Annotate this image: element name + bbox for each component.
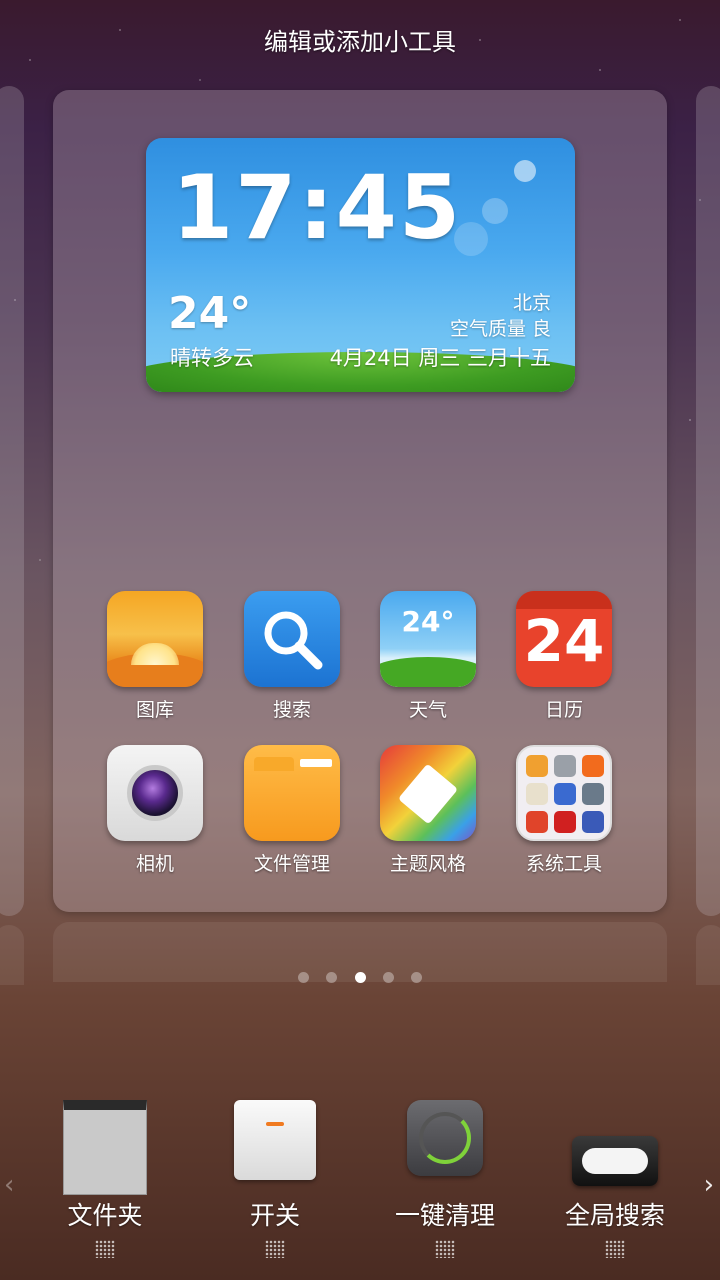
app-camera[interactable]: 相机 [95, 745, 215, 876]
app-weather[interactable]: 24° 天气 [368, 591, 488, 722]
air-quality: 空气质量 良 [449, 318, 551, 340]
calendar-icon: 24 [516, 591, 612, 687]
sun-glare-icon [482, 198, 508, 224]
scroll-left-arrow-icon[interactable]: ‹ [4, 1170, 14, 1200]
drag-handle-icon[interactable] [435, 1240, 455, 1258]
calendar-icon-day: 24 [523, 607, 605, 675]
page-dot[interactable] [298, 972, 310, 983]
folder-icon [516, 745, 612, 841]
weather-icon: 24° [380, 591, 476, 687]
weather-icon-temp: 24° [401, 605, 455, 638]
search-icon [244, 591, 340, 687]
next-page-preview[interactable] [696, 86, 720, 916]
date-text: 4月24日 周三 三月十五 [329, 346, 551, 370]
app-system-tools-folder[interactable]: 系统工具 [504, 745, 624, 876]
app-label: 系统工具 [525, 853, 602, 875]
theme-icon [380, 745, 476, 841]
sun-glare-icon [514, 160, 536, 182]
widget-one-key-clean[interactable]: 一键清理 [360, 1100, 530, 1258]
folder-widget-thumb [63, 1100, 147, 1195]
app-search[interactable]: 搜索 [232, 591, 352, 722]
clean-widget-thumb [407, 1100, 483, 1176]
previous-page-preview[interactable] [0, 86, 24, 916]
widget-label: 开关 [249, 1201, 300, 1230]
app-label: 搜索 [272, 699, 311, 721]
files-icon [244, 745, 340, 841]
widget-label: 文件夹 [67, 1201, 143, 1230]
widget-folder[interactable]: 文件夹 [20, 1100, 190, 1258]
camera-icon [107, 745, 203, 841]
app-file-manager[interactable]: 文件管理 [232, 745, 352, 876]
app-label: 主题风格 [389, 853, 466, 875]
app-label: 日历 [544, 699, 583, 721]
app-calendar[interactable]: 24 日历 [504, 591, 624, 722]
weather-condition: 晴转多云 [170, 346, 254, 370]
app-label: 相机 [135, 853, 174, 875]
app-label: 文件管理 [253, 853, 330, 875]
page-dot[interactable] [410, 972, 422, 983]
widget-switch[interactable]: 开关 [190, 1100, 360, 1258]
page-dot-active[interactable] [354, 972, 366, 983]
widget-label: 全局搜索 [564, 1201, 665, 1230]
page-title: 编辑或添加小工具 [264, 28, 456, 56]
search-widget-thumb [572, 1136, 658, 1186]
drag-handle-icon[interactable] [95, 1240, 115, 1258]
widget-label: 一键清理 [394, 1201, 495, 1230]
widget-global-search[interactable]: 全局搜索 [530, 1100, 700, 1258]
switch-widget-thumb [234, 1100, 316, 1180]
weather-clock-widget[interactable]: 17:45 24° 晴转多云 北京 空气质量 良 4月24日 周三 三月十五 [146, 138, 575, 392]
page-dot[interactable] [382, 972, 394, 983]
drag-handle-icon[interactable] [605, 1240, 625, 1258]
gallery-icon [107, 591, 203, 687]
city-name: 北京 [512, 292, 551, 314]
app-label: 图库 [135, 699, 174, 721]
temperature: 24° [168, 288, 252, 339]
page-indicator[interactable] [0, 968, 720, 987]
scroll-right-arrow-icon[interactable]: › [704, 1170, 714, 1200]
clock-time: 17:45 [172, 156, 463, 259]
page-dot[interactable] [326, 972, 338, 983]
app-gallery[interactable]: 图库 [95, 591, 215, 722]
app-label: 天气 [408, 699, 447, 721]
app-theme[interactable]: 主题风格 [368, 745, 488, 876]
drag-handle-icon[interactable] [265, 1240, 285, 1258]
